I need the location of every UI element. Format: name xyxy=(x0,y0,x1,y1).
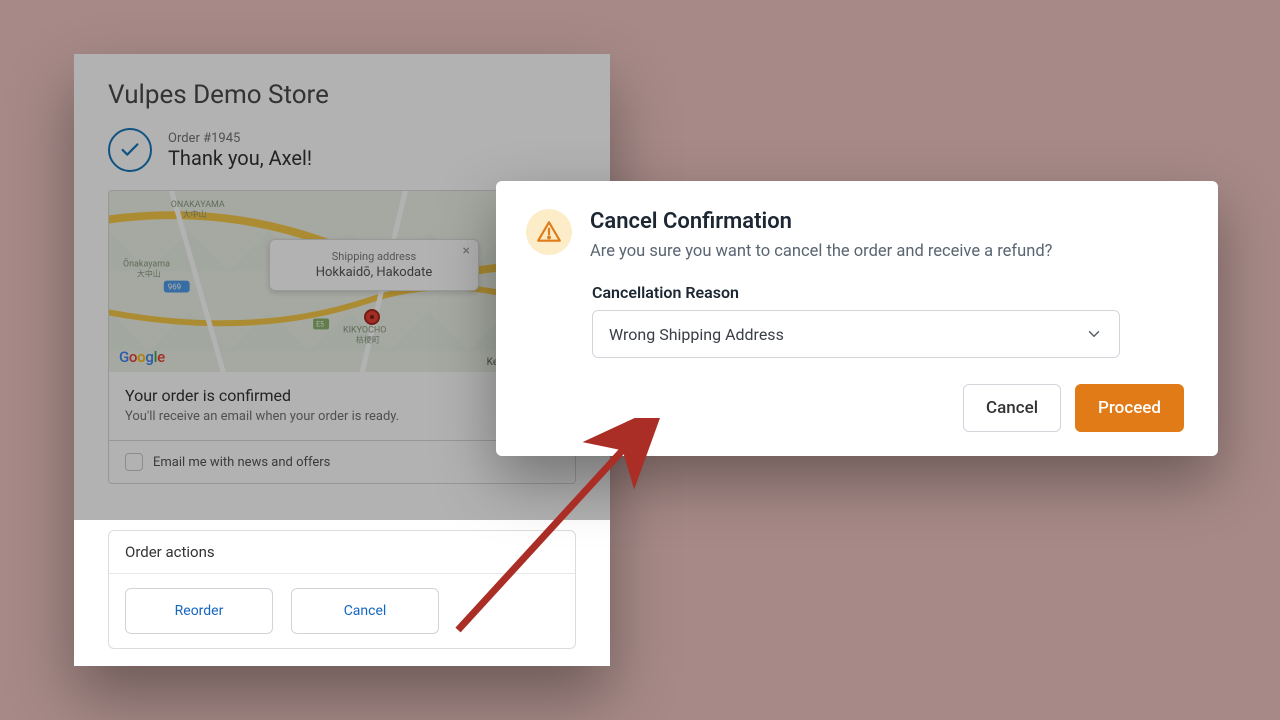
svg-text:ONAKAYAMA: ONAKAYAMA xyxy=(171,200,225,210)
modal-title: Cancel Confirmation xyxy=(590,209,1184,234)
close-icon[interactable]: × xyxy=(463,244,470,258)
check-circle-icon xyxy=(108,128,152,172)
shipping-popup-value: Hokkaidō, Hakodate xyxy=(282,265,466,280)
thank-you-text: Thank you, Axel! xyxy=(168,146,312,170)
order-confirmed-title: Your order is confirmed xyxy=(125,386,559,405)
google-logo: Google xyxy=(119,348,165,366)
newsletter-label: Email me with news and offers xyxy=(153,455,330,470)
order-confirmed-subtitle: You'll receive an email when your order … xyxy=(125,409,559,424)
svg-text:Ōnakayama: Ōnakayama xyxy=(123,259,170,270)
shipping-popup-label: Shipping address xyxy=(282,250,466,263)
reorder-button[interactable]: Reorder xyxy=(125,588,273,634)
cancellation-reason-value: Wrong Shipping Address xyxy=(609,325,784,344)
thank-you-row: Order #1945 Thank you, Axel! xyxy=(108,128,576,172)
store-name: Vulpes Demo Store xyxy=(108,80,576,110)
modal-subtitle: Are you sure you want to cancel the orde… xyxy=(590,242,1184,261)
svg-text:E5: E5 xyxy=(316,320,324,328)
cancel-order-button[interactable]: Cancel xyxy=(291,588,439,634)
svg-text:大中山: 大中山 xyxy=(137,269,161,279)
svg-text:KIKYOCHO: KIKYOCHO xyxy=(343,325,386,335)
newsletter-checkbox[interactable] xyxy=(125,453,143,471)
svg-text:969: 969 xyxy=(168,283,181,292)
svg-text:桔梗町: 桔梗町 xyxy=(356,334,380,344)
order-actions-panel: Order actions Reorder Cancel xyxy=(74,520,610,666)
chevron-down-icon xyxy=(1085,325,1103,343)
order-actions-heading: Order actions xyxy=(109,531,575,574)
order-number: Order #1945 xyxy=(168,131,312,146)
svg-text:大中山: 大中山 xyxy=(183,209,207,219)
modal-proceed-button[interactable]: Proceed xyxy=(1075,384,1184,432)
warning-icon xyxy=(526,209,572,255)
modal-cancel-button[interactable]: Cancel xyxy=(963,384,1061,432)
shipping-address-popup: × Shipping address Hokkaidō, Hakodate xyxy=(269,239,479,291)
cancellation-reason-label: Cancellation Reason xyxy=(592,283,1184,302)
cancel-confirmation-modal: Cancel Confirmation Are you sure you wan… xyxy=(496,181,1218,456)
cancellation-reason-select[interactable]: Wrong Shipping Address xyxy=(592,310,1120,358)
map-pin-icon xyxy=(364,309,380,325)
